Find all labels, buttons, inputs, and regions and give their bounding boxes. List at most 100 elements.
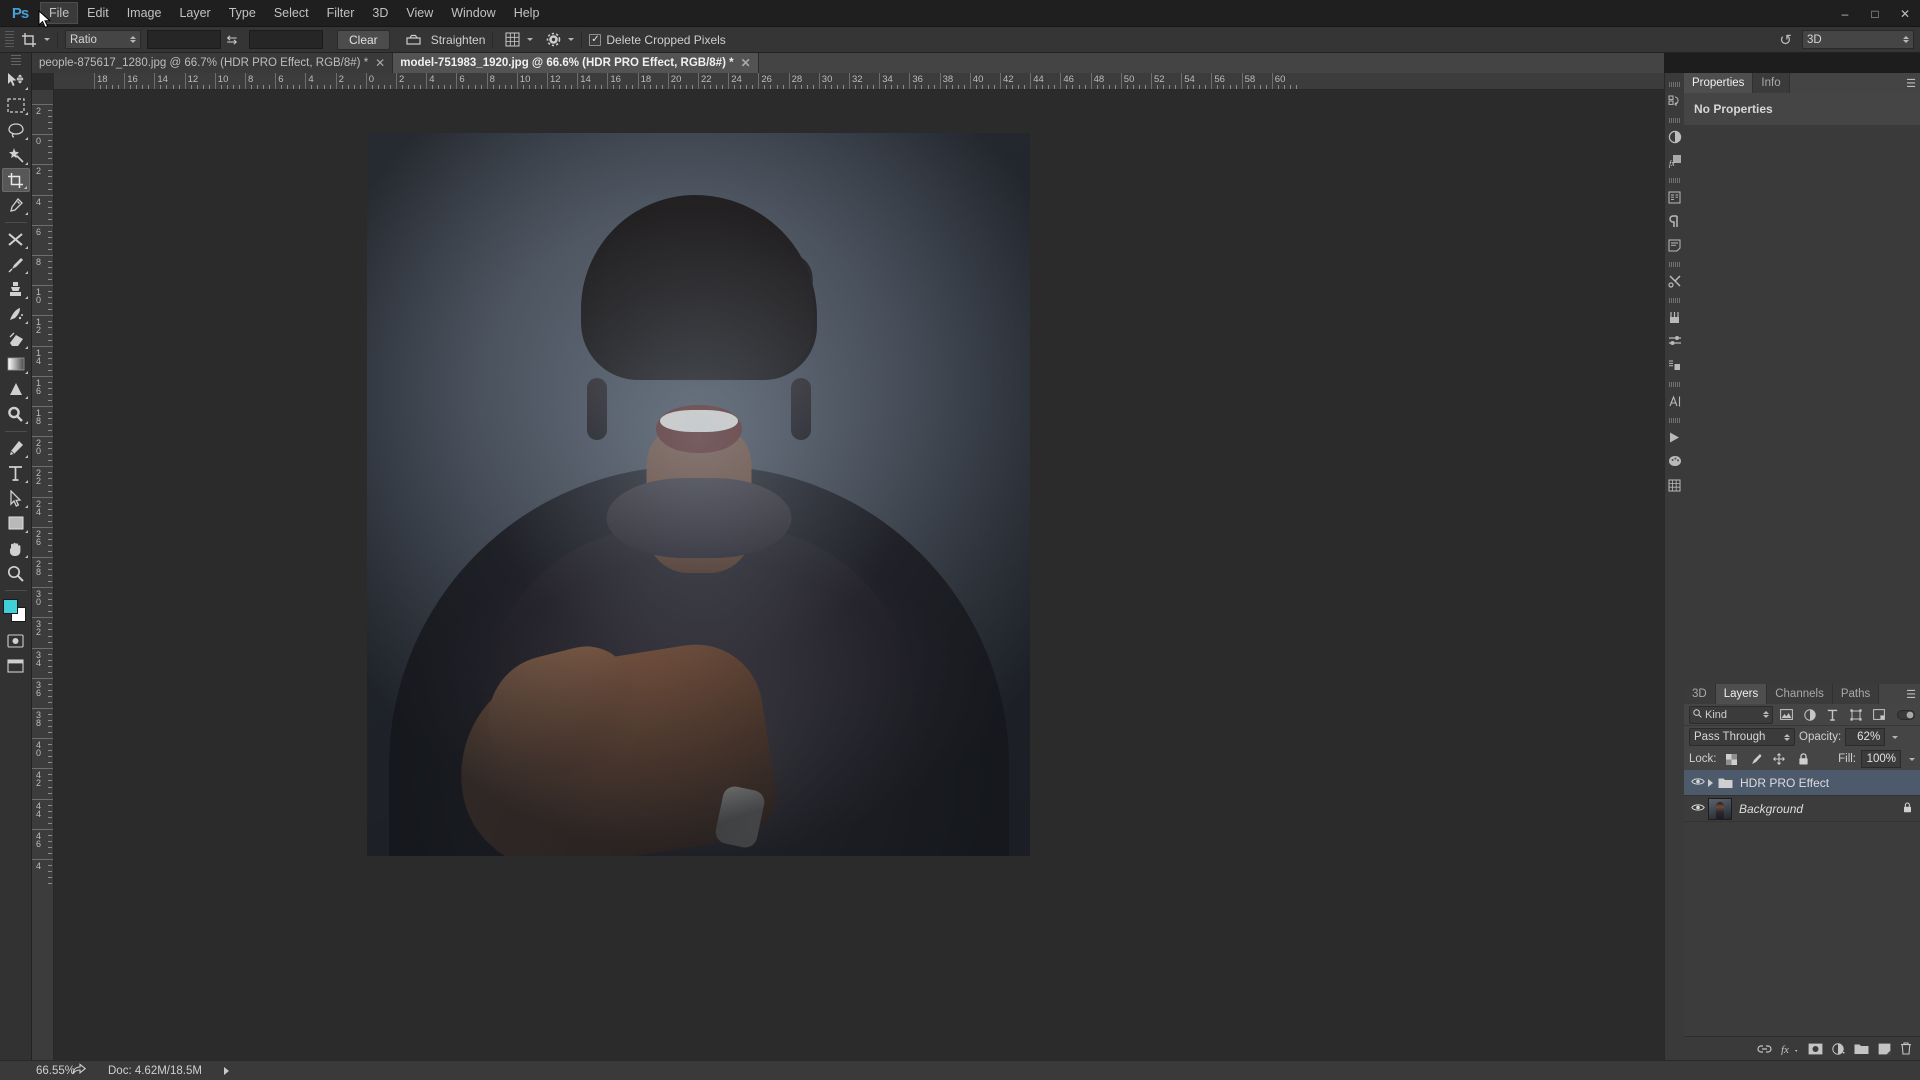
brush-settings-icon[interactable] xyxy=(1665,329,1685,353)
layer-style-fx-icon[interactable]: fx xyxy=(1781,1043,1799,1055)
crop-height-input[interactable] xyxy=(249,30,323,49)
link-layers-icon[interactable] xyxy=(1757,1044,1772,1054)
lock-transparent-pixels-icon[interactable] xyxy=(1722,750,1741,768)
gear-icon[interactable] xyxy=(541,29,565,51)
eraser-tool[interactable] xyxy=(2,327,30,351)
clear-button[interactable]: Clear xyxy=(337,29,390,50)
delete-layer-icon[interactable] xyxy=(1900,1042,1912,1055)
tools-panel-grip[interactable] xyxy=(10,55,21,65)
kind-stepper-icon[interactable] xyxy=(1763,711,1769,718)
character-icon[interactable] xyxy=(1665,389,1685,413)
eyedropper-tool[interactable] xyxy=(2,193,30,217)
menu-help[interactable]: Help xyxy=(505,2,549,24)
hand-tool[interactable] xyxy=(2,536,30,560)
type-filter-icon[interactable] xyxy=(1823,706,1842,724)
workspace-stepper-icon[interactable] xyxy=(1903,36,1909,43)
history-brush-tool[interactable] xyxy=(2,302,30,326)
quick-mask-icon[interactable] xyxy=(2,629,30,653)
layer-filter-kind-select[interactable]: Kind xyxy=(1689,705,1773,724)
layer-comps-icon[interactable] xyxy=(1665,353,1685,377)
filter-toggle-icon[interactable] xyxy=(1896,706,1915,724)
options-bar-grip[interactable] xyxy=(5,30,14,49)
add-layer-mask-icon[interactable] xyxy=(1808,1043,1823,1055)
ratio-stepper-icon[interactable] xyxy=(130,36,136,43)
opacity-value[interactable]: 62% xyxy=(1845,728,1886,746)
properties-panel-menu-icon[interactable]: ☰ xyxy=(1906,77,1916,90)
document-tab-1-close-icon[interactable]: ✕ xyxy=(375,56,385,70)
dodge-tool[interactable] xyxy=(2,402,30,426)
menu-edit[interactable]: Edit xyxy=(78,2,118,24)
straighten-label[interactable]: Straighten xyxy=(431,33,486,47)
blend-mode-stepper-icon[interactable] xyxy=(1784,733,1790,741)
straighten-icon[interactable] xyxy=(402,29,426,51)
rectangular-marquee-tool[interactable] xyxy=(2,93,30,117)
blur-tool[interactable] xyxy=(2,377,30,401)
paragraph-styles-icon[interactable] xyxy=(1665,185,1685,209)
new-layer-icon[interactable] xyxy=(1878,1043,1891,1055)
layer-name-2[interactable]: Background xyxy=(1739,802,1803,816)
share-icon[interactable] xyxy=(72,1063,87,1078)
fill-chevron-icon[interactable] xyxy=(1909,757,1915,761)
tools-icon[interactable] xyxy=(1665,269,1685,293)
crop-width-input[interactable] xyxy=(147,30,221,49)
screen-mode-icon[interactable] xyxy=(2,654,30,678)
pattern-icon[interactable] xyxy=(1665,473,1685,497)
brush-tool[interactable] xyxy=(2,252,30,276)
reset-icon[interactable]: ↺ xyxy=(1779,31,1792,49)
new-group-icon[interactable] xyxy=(1854,1043,1869,1055)
zoom-level[interactable]: 66.55% xyxy=(0,1065,75,1077)
group-disclosure-triangle-icon[interactable] xyxy=(1708,778,1713,787)
crop-tool[interactable] xyxy=(1,168,30,192)
lock-all-icon[interactable] xyxy=(1794,750,1813,768)
rectangle-tool[interactable] xyxy=(2,511,30,535)
document-tab-2[interactable]: model-751983_1920.jpg @ 66.6% (HDR PRO E… xyxy=(393,53,759,73)
layer-list[interactable]: HDR PRO Effect Background xyxy=(1684,770,1920,1036)
lock-image-pixels-icon[interactable] xyxy=(1746,750,1765,768)
shape-filter-icon[interactable] xyxy=(1846,706,1865,724)
crop-tool-icon[interactable] xyxy=(17,29,41,51)
menu-layer[interactable]: Layer xyxy=(170,2,219,24)
menu-filter[interactable]: Filter xyxy=(318,2,364,24)
menu-view[interactable]: View xyxy=(397,2,442,24)
minimize-button[interactable]: – xyxy=(1830,0,1860,27)
status-expand-arrow-icon[interactable] xyxy=(223,1066,229,1075)
tab-properties[interactable]: Properties xyxy=(1684,73,1754,93)
dock-grip-4[interactable] xyxy=(1669,262,1680,267)
workspace-select[interactable]: 3D xyxy=(1802,30,1914,49)
blend-mode-select[interactable]: Pass Through xyxy=(1689,728,1795,746)
delete-cropped-pixels-checkbox[interactable]: ✓ Delete Cropped Pixels xyxy=(589,33,726,47)
fill-value[interactable]: 100% xyxy=(1861,750,1901,768)
menu-select[interactable]: Select xyxy=(265,2,318,24)
layer-row-background[interactable]: Background xyxy=(1684,796,1920,822)
tab-paths[interactable]: Paths xyxy=(1832,684,1880,704)
pen-tool[interactable] xyxy=(2,436,30,460)
layer-name-1[interactable]: HDR PRO Effect xyxy=(1740,776,1829,790)
dock-grip-7[interactable] xyxy=(1669,418,1680,423)
color-wheel-icon[interactable] xyxy=(1665,125,1685,149)
swatches-icon[interactable] xyxy=(1665,449,1685,473)
lasso-tool[interactable] xyxy=(2,118,30,142)
lock-position-icon[interactable] xyxy=(1770,750,1789,768)
healing-brush-tool[interactable] xyxy=(2,227,30,251)
brush-presets-icon[interactable] xyxy=(1665,305,1685,329)
timeline-icon[interactable] xyxy=(1665,425,1685,449)
dock-grip-5[interactable] xyxy=(1669,298,1680,303)
gradient-tool[interactable] xyxy=(2,352,30,376)
history-icon[interactable] xyxy=(1665,89,1685,113)
new-adjustment-layer-icon[interactable] xyxy=(1832,1042,1845,1055)
crop-preset-chevron-icon[interactable] xyxy=(44,38,50,41)
menu-type[interactable]: Type xyxy=(220,2,265,24)
dock-grip-3[interactable] xyxy=(1669,178,1680,183)
paragraph-icon[interactable] xyxy=(1665,209,1685,233)
document-tab-2-close-icon[interactable]: ✕ xyxy=(741,56,751,70)
adjustment-filter-icon[interactable] xyxy=(1800,706,1819,724)
swap-dimensions-icon[interactable]: ⇆ xyxy=(221,32,243,48)
gear-chevron-icon[interactable] xyxy=(568,38,575,41)
grid-overlay-icon[interactable] xyxy=(500,29,524,51)
notes-icon[interactable] xyxy=(1665,233,1685,257)
foreground-color-swatch[interactable] xyxy=(2,599,18,614)
overlay-chevron-icon[interactable] xyxy=(527,38,534,41)
layer-visibility-icon-1[interactable] xyxy=(1688,777,1708,789)
horizontal-type-tool[interactable] xyxy=(2,461,30,485)
canvas-stage[interactable] xyxy=(54,90,1664,1060)
